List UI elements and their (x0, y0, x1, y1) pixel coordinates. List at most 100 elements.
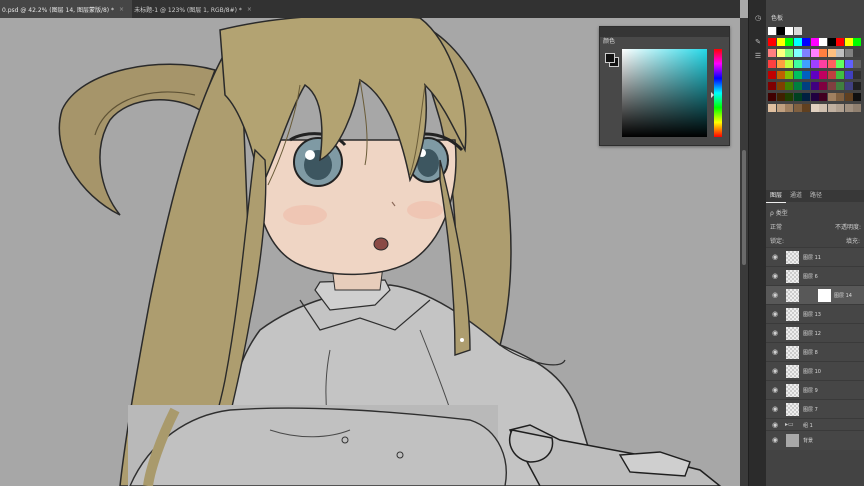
color-swatch[interactable] (844, 49, 853, 57)
color-swatch[interactable] (810, 93, 819, 101)
visibility-eye-icon[interactable]: ◉ (772, 348, 781, 356)
color-swatch[interactable] (853, 38, 861, 46)
color-swatch[interactable] (836, 71, 844, 79)
color-swatch[interactable] (785, 93, 793, 101)
visibility-eye-icon[interactable]: ◉ (772, 405, 781, 413)
color-swatch[interactable] (776, 60, 785, 68)
color-swatch[interactable] (768, 104, 776, 112)
color-swatch[interactable] (844, 93, 853, 101)
color-swatch[interactable] (793, 38, 802, 46)
color-swatch[interactable] (836, 60, 844, 68)
layer-row[interactable]: ◉ 图层 12 (766, 323, 864, 343)
color-swatch[interactable] (844, 82, 853, 90)
layer-row[interactable]: ◉ 图层 7 (766, 399, 864, 419)
color-panel-tab[interactable]: 颜色 (600, 37, 619, 46)
visibility-eye-icon[interactable]: ◉ (772, 272, 781, 280)
layer-mask-thumbnail[interactable] (818, 289, 831, 302)
color-swatch[interactable] (793, 82, 802, 90)
layer-filter[interactable]: ρ 类型 (770, 208, 788, 217)
panel-header[interactable] (600, 27, 729, 37)
color-swatch[interactable] (785, 27, 793, 35)
color-swatch[interactable] (768, 93, 776, 101)
blend-mode-select[interactable]: 正常 (770, 222, 782, 231)
layer-row[interactable]: ◉ 图层 13 (766, 304, 864, 324)
color-swatch[interactable] (827, 49, 836, 57)
color-swatch[interactable] (836, 93, 844, 101)
visibility-eye-icon[interactable]: ◉ (772, 291, 781, 299)
color-swatch[interactable] (844, 38, 853, 46)
brush-settings-icon[interactable]: ✎ (753, 38, 763, 46)
color-swatch[interactable] (827, 38, 836, 46)
color-swatch[interactable] (810, 38, 819, 46)
color-swatch[interactable] (785, 38, 793, 46)
color-swatch[interactable] (793, 93, 802, 101)
color-swatch[interactable] (802, 60, 810, 68)
color-swatch[interactable] (776, 82, 785, 90)
color-swatch[interactable] (802, 71, 810, 79)
layer-row-background[interactable]: ◉ 背景 (766, 430, 864, 450)
visibility-eye-icon[interactable]: ◉ (772, 310, 781, 318)
visibility-eye-icon[interactable]: ◉ (772, 329, 781, 337)
layer-row[interactable]: ◉ 图层 8 (766, 342, 864, 362)
folder-icon[interactable]: ▸▭ (785, 421, 794, 428)
color-swatch[interactable] (853, 82, 861, 90)
history-icon[interactable]: ◷ (753, 14, 763, 22)
color-swatch[interactable] (827, 104, 836, 112)
color-swatch[interactable] (853, 71, 861, 79)
color-swatch[interactable] (819, 104, 827, 112)
color-swatch[interactable] (793, 104, 802, 112)
color-swatch[interactable] (802, 82, 810, 90)
color-swatch[interactable] (776, 38, 785, 46)
color-swatch[interactable] (802, 49, 810, 57)
color-swatch[interactable] (785, 60, 793, 68)
color-swatch[interactable] (776, 71, 785, 79)
color-swatch[interactable] (776, 49, 785, 57)
visibility-eye-icon[interactable]: ◉ (772, 421, 781, 429)
color-swatch[interactable] (768, 60, 776, 68)
layer-row-selected[interactable]: ◉ 图层 14 (766, 285, 864, 305)
tab-layers[interactable]: 图层 (766, 190, 787, 203)
visibility-eye-icon[interactable]: ◉ (772, 386, 781, 394)
color-swatch[interactable] (819, 60, 827, 68)
color-swatch[interactable] (793, 27, 802, 35)
color-swatch[interactable] (819, 82, 827, 90)
tab-paths[interactable]: 路径 (806, 190, 826, 202)
color-swatch[interactable] (853, 104, 861, 112)
color-swatch[interactable] (853, 93, 861, 101)
color-swatch[interactable] (827, 71, 836, 79)
color-swatch[interactable] (844, 71, 853, 79)
visibility-eye-icon[interactable]: ◉ (772, 367, 781, 375)
layer-row[interactable]: ◉ 图层 10 (766, 361, 864, 381)
color-swatch[interactable] (810, 82, 819, 90)
layer-row[interactable]: ◉ 图层 9 (766, 380, 864, 400)
color-swatch[interactable] (844, 104, 853, 112)
color-swatch[interactable] (836, 82, 844, 90)
color-swatch[interactable] (836, 49, 844, 57)
color-swatch[interactable] (810, 71, 819, 79)
visibility-eye-icon[interactable]: ◉ (772, 436, 781, 444)
color-swatch[interactable] (768, 27, 776, 35)
color-swatch[interactable] (827, 82, 836, 90)
color-swatch[interactable] (785, 82, 793, 90)
adjustments-icon[interactable]: ☰ (753, 52, 763, 60)
layer-row[interactable]: ◉ 图层 6 (766, 266, 864, 286)
color-swatch[interactable] (768, 82, 776, 90)
color-swatch[interactable] (793, 71, 802, 79)
color-swatch[interactable] (827, 93, 836, 101)
color-swatch[interactable] (785, 104, 793, 112)
color-swatch[interactable] (810, 49, 819, 57)
swatches-panel-title[interactable]: 色板 (771, 13, 783, 22)
color-swatch[interactable] (810, 104, 819, 112)
color-swatch[interactable] (768, 71, 776, 79)
canvas-vertical-scrollbar[interactable] (740, 18, 748, 486)
color-swatch[interactable] (819, 38, 827, 46)
color-swatch[interactable] (853, 49, 861, 57)
color-swatch[interactable] (810, 60, 819, 68)
color-swatch[interactable] (836, 38, 844, 46)
color-swatch[interactable] (776, 93, 785, 101)
color-swatch[interactable] (785, 71, 793, 79)
color-swatch[interactable] (785, 49, 793, 57)
color-swatch[interactable] (793, 49, 802, 57)
color-swatch[interactable] (768, 49, 776, 57)
color-swatch[interactable] (802, 93, 810, 101)
